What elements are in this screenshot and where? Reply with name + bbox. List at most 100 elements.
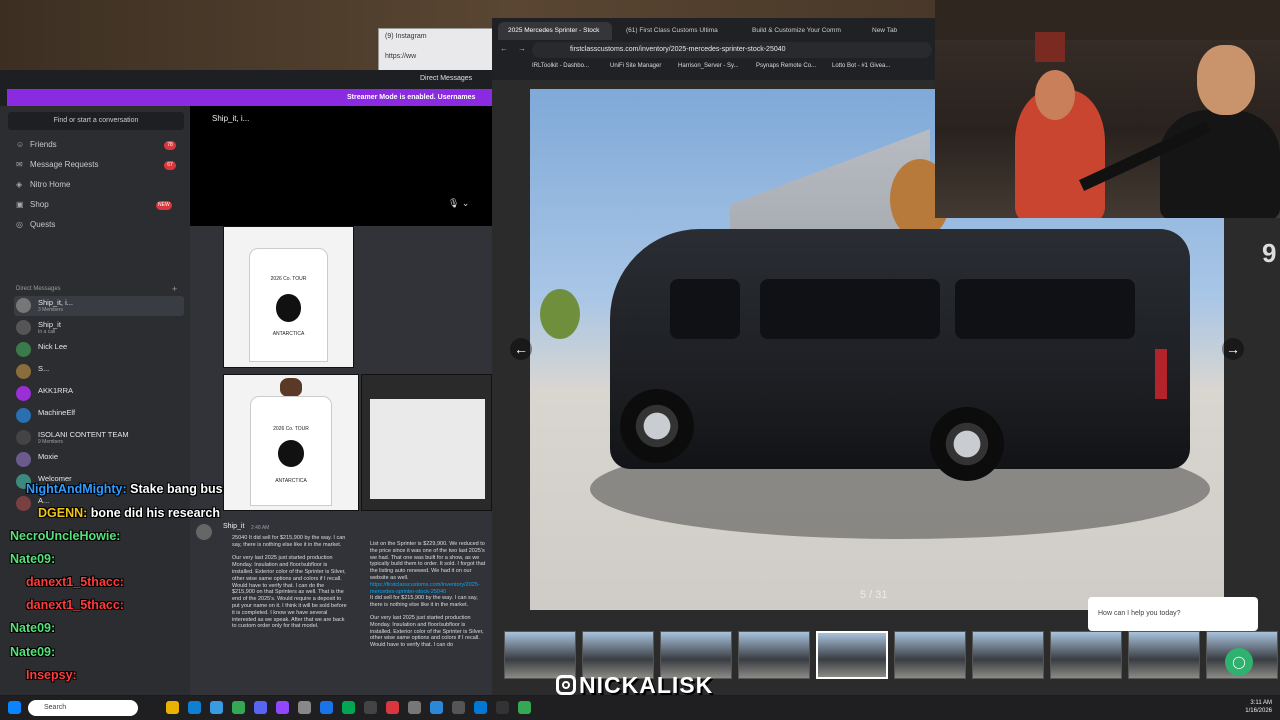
app-icon[interactable]: [342, 701, 355, 714]
shop-new-badge: NEW: [156, 201, 172, 210]
overlay-chat-message: Stake bang bus: [130, 482, 223, 496]
forward-icon[interactable]: →: [518, 44, 526, 53]
nav-nitro-home[interactable]: ◈ Nitro Home: [16, 178, 70, 192]
app-icon[interactable]: [320, 701, 333, 714]
bookmark[interactable]: IRLToolkit - Dashbo...: [532, 63, 589, 69]
overlay-chat-name: DGENN:: [38, 506, 88, 520]
bookmark[interactable]: Lotto Bot - #1 Givea...: [832, 63, 890, 69]
app-icon[interactable]: [408, 701, 421, 714]
overlay-chat-name: NightAndMighty:: [26, 482, 127, 496]
montage-panel: [370, 399, 485, 499]
discord-icon[interactable]: [254, 701, 267, 714]
avatar: [16, 342, 31, 357]
avatar: [16, 430, 31, 445]
app-icon[interactable]: [298, 701, 311, 714]
start-icon[interactable]: [8, 701, 21, 714]
globe-graphic: [277, 439, 305, 467]
van-window: [955, 279, 1135, 339]
overlay-chat-name: Nate09:: [10, 552, 56, 566]
app-icon[interactable]: [474, 701, 487, 714]
edge-icon[interactable]: [188, 701, 201, 714]
next-arrow-icon[interactable]: →: [1222, 338, 1244, 360]
file-explorer-icon[interactable]: [166, 701, 179, 714]
call-name: Ship_it, i...: [212, 114, 250, 123]
taillight: [1155, 349, 1167, 399]
shirt-image[interactable]: 2026 Co. TOUR ANTARCTICA: [223, 374, 359, 511]
dm-item[interactable]: ISOLANI CONTENT TEAM 9 Members: [14, 428, 184, 448]
dm-item[interactable]: Nick Lee: [14, 340, 184, 360]
browser-tab[interactable]: Build & Customize Your Comm: [742, 22, 842, 40]
van-window: [670, 279, 740, 339]
dm-item[interactable]: Ship_it In a call: [14, 318, 184, 338]
gallery-thumbnail[interactable]: [816, 631, 888, 679]
chrome-icon[interactable]: [232, 701, 245, 714]
back-icon[interactable]: ←: [500, 44, 508, 53]
nav-shop[interactable]: ▣ Shop: [16, 198, 49, 212]
instagram-url[interactable]: https://ww: [385, 53, 416, 60]
shirt-tour-text: 2026 Co. TOUR: [273, 426, 309, 433]
nav-label: Friends: [30, 140, 57, 149]
dm-item[interactable]: Moxie: [14, 450, 184, 470]
twitch-icon[interactable]: [276, 701, 289, 714]
shirt-image[interactable]: 2026 Co. TOUR ANTARCTICA: [223, 226, 354, 368]
wheel: [930, 407, 1004, 481]
nav-message-requests[interactable]: ✉ Message Requests: [16, 158, 98, 172]
instagram-tab[interactable]: (9) Instagram: [385, 33, 427, 40]
chat-prompt[interactable]: How can I help you today?: [1088, 597, 1258, 631]
dm-name: S...: [38, 364, 50, 373]
friends-badge: 78: [164, 141, 176, 150]
message-link[interactable]: https://firstclasscustoms.com/inventory/…: [370, 582, 488, 596]
bookmark[interactable]: Harrison_Server - Sy...: [678, 63, 739, 69]
overlay-chat-message: bone did his research: [90, 506, 221, 520]
dm-item[interactable]: S...: [14, 362, 184, 382]
clock[interactable]: 3:11 AM 1/16/2026: [1232, 699, 1272, 715]
overlay-chat-name: NecroUncleHowie:: [10, 529, 121, 543]
settings-icon[interactable]: [210, 701, 223, 714]
message-author[interactable]: Ship_it: [223, 523, 244, 530]
shirt-montage-image[interactable]: [361, 374, 492, 511]
taskbar-search[interactable]: Search: [28, 700, 138, 716]
nav-quests[interactable]: ◎ Quests: [16, 218, 55, 232]
prev-arrow-icon[interactable]: ←: [510, 338, 532, 360]
overlay-chat-line: danext1_5thacc:: [26, 598, 124, 612]
bookmark[interactable]: UniFi Site Manager: [610, 63, 661, 69]
gallery-thumbnail[interactable]: [1128, 631, 1200, 679]
message-text: It did sell for $215,900 by the way. I c…: [370, 595, 480, 609]
microphone-icon[interactable]: 🎙 ⌄: [448, 198, 469, 209]
address-bar[interactable]: firstclasscustoms.com/inventory/2025-mer…: [532, 42, 932, 58]
nav-friends[interactable]: ☺ Friends: [16, 138, 57, 152]
model-head: [280, 377, 302, 397]
gallery-thumbnail[interactable]: [972, 631, 1044, 679]
app-icon[interactable]: [364, 701, 377, 714]
app-icon[interactable]: [430, 701, 443, 714]
add-dm-icon[interactable]: +: [172, 284, 177, 294]
find-conversation-input[interactable]: Find or start a conversation: [8, 112, 184, 130]
app-icon[interactable]: [518, 701, 531, 714]
gallery-thumbnail[interactable]: [1050, 631, 1122, 679]
instagram-window[interactable]: (9) Instagram https://ww: [378, 28, 498, 76]
nav-label: Nitro Home: [30, 180, 71, 189]
shirt-label: ANTARCTICA: [275, 477, 307, 484]
dm-name: ISOLANI CONTENT TEAM: [38, 430, 129, 439]
gallery-thumbnail[interactable]: [894, 631, 966, 679]
app-icon[interactable]: [452, 701, 465, 714]
overlay-chat-line: Nate09:: [10, 645, 55, 659]
dm-item[interactable]: AKK1RRA: [14, 384, 184, 404]
overlay-chat-line: Nate09:: [10, 621, 55, 635]
chat-bubble-icon[interactable]: ◯: [1225, 648, 1253, 676]
avatar: [16, 496, 31, 511]
bookmark[interactable]: Psynaps Remote Co...: [756, 63, 816, 69]
message-text: Our very last 2025 just started producti…: [370, 614, 486, 649]
app-icon[interactable]: [496, 701, 509, 714]
browser-tab[interactable]: 2025 Mercedes Sprinter - Stock: [498, 22, 612, 40]
browser-tab[interactable]: (61) First Class Customs Ultima: [616, 22, 726, 40]
dm-item[interactable]: MachineElf: [14, 406, 184, 426]
dm-item[interactable]: Ship_it, i... 3 Members: [14, 296, 184, 316]
friends-icon: ☺: [16, 140, 25, 149]
nav-label: Message Requests: [30, 160, 99, 169]
browser-window: 2025 Mercedes Sprinter - Stock (61) Firs…: [492, 18, 940, 80]
nav-label: Quests: [30, 220, 56, 229]
browser-tab[interactable]: New Tab: [862, 22, 922, 40]
app-icon[interactable]: [386, 701, 399, 714]
gallery-thumbnail[interactable]: [738, 631, 810, 679]
